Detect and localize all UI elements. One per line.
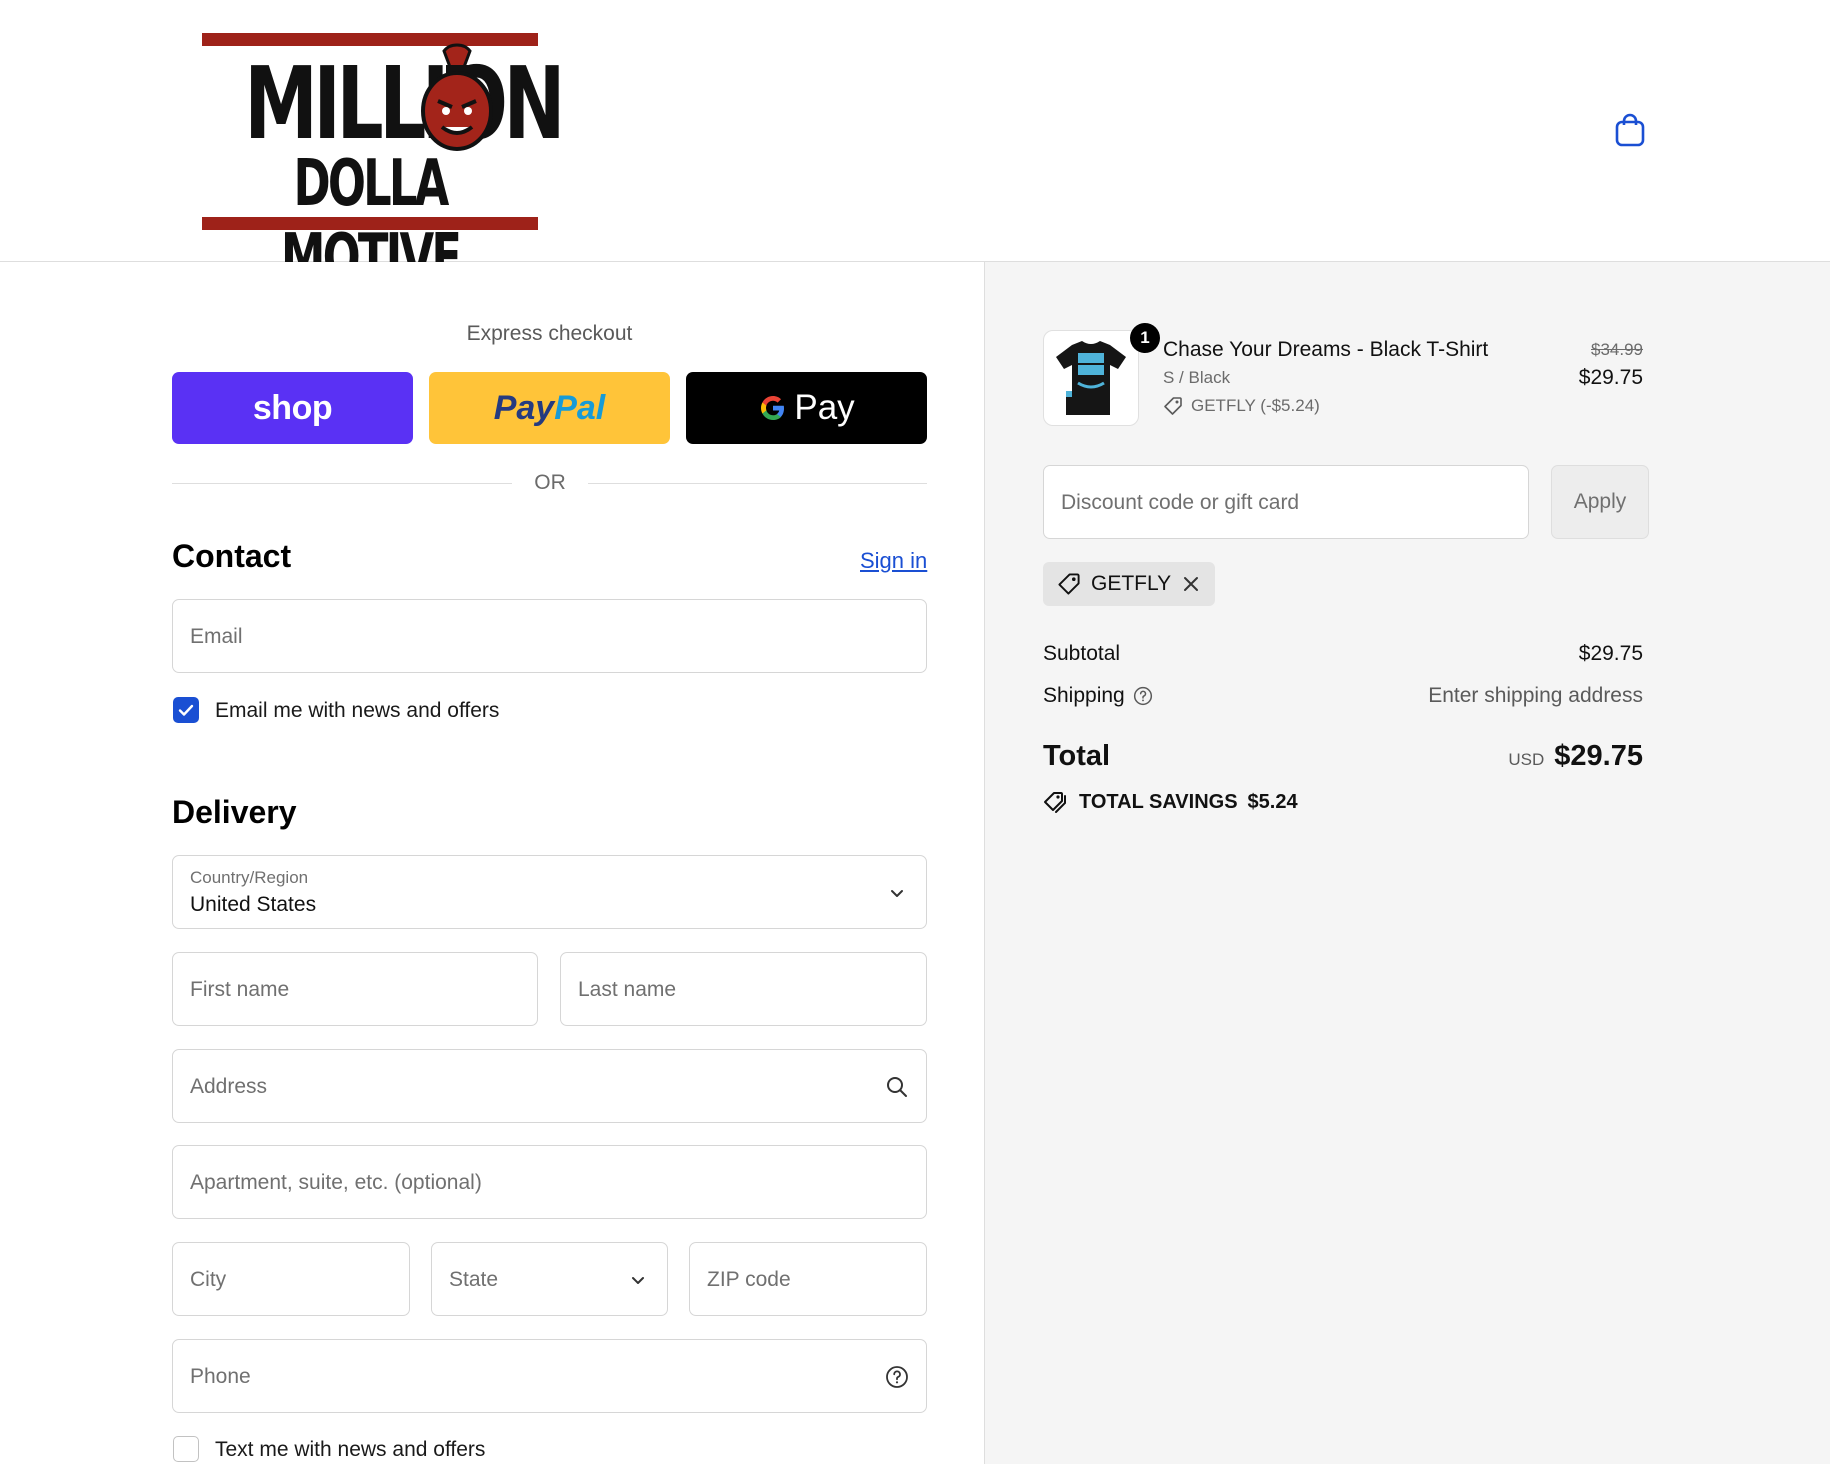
shopping-bag-icon[interactable] <box>1614 112 1646 148</box>
or-divider-left <box>172 483 512 484</box>
text-news-checkbox[interactable] <box>173 1436 199 1462</box>
checkmark-icon <box>178 704 194 716</box>
address-field[interactable]: Address <box>172 1049 927 1123</box>
tag-icon <box>1164 397 1182 415</box>
tshirt-image <box>1056 341 1126 415</box>
text-news-label: Text me with news and offers <box>215 1438 486 1461</box>
total-savings: TOTAL SAVINGS $5.24 <box>1043 790 1298 814</box>
first-name-field[interactable]: First name <box>172 952 538 1026</box>
contact-title: Contact <box>172 538 292 574</box>
apartment-field[interactable]: Apartment, suite, etc. (optional) <box>172 1145 927 1219</box>
header: MILLION DOLLA MOTIVE <box>0 0 1830 295</box>
tag-icon <box>1058 573 1080 595</box>
google-pay-label: Pay <box>758 388 855 428</box>
applied-discount-chip: GETFLY <box>1043 562 1216 606</box>
product-thumbnail <box>1043 330 1139 426</box>
apply-button[interactable]: Apply <box>1551 465 1649 539</box>
sale-price: $29.75 <box>1578 366 1643 389</box>
product-variant: S / Black <box>1163 368 1231 387</box>
state-select[interactable]: State <box>431 1242 668 1316</box>
chevron-down-icon <box>891 890 903 897</box>
total-label: Total <box>1043 740 1111 772</box>
checkout-form: Express checkout shop PayPal Pay OR Cont… <box>0 262 984 1464</box>
help-circle-icon[interactable] <box>1133 686 1153 706</box>
help-circle-icon[interactable] <box>885 1365 909 1389</box>
shipping-label: Shipping <box>1043 684 1125 707</box>
logo-bottom-bar <box>202 217 538 230</box>
paypal-label: PayPal <box>493 388 606 427</box>
search-icon <box>887 1077 907 1097</box>
chevron-down-icon <box>632 1277 644 1284</box>
address-placeholder: Address <box>190 1075 268 1098</box>
delivery-title: Delivery <box>172 794 297 830</box>
subtotal-value: $29.75 <box>1578 642 1643 665</box>
city-field[interactable]: City <box>172 1242 410 1316</box>
total-amount: USD $29.75 <box>1508 740 1643 773</box>
phone-field[interactable]: Phone <box>172 1339 927 1413</box>
tags-icon <box>1044 792 1066 813</box>
state-placeholder: State <box>449 1268 499 1291</box>
last-name-placeholder: Last name <box>578 978 677 1001</box>
discount-placeholder: Discount code or gift card <box>1061 491 1300 514</box>
city-placeholder: City <box>190 1268 227 1291</box>
currency-code: USD <box>1508 750 1545 769</box>
google-pay-button[interactable]: Pay <box>686 372 927 444</box>
shipping-value: Enter shipping address <box>1428 684 1643 707</box>
google-pay-text: Pay <box>794 388 855 427</box>
country-value: United States <box>190 893 317 916</box>
email-placeholder: Email <box>190 625 243 648</box>
shop-pay-label: shop <box>252 388 333 427</box>
or-divider-right <box>588 483 927 484</box>
email-news-label: Email me with news and offers <box>215 699 500 722</box>
express-checkout-title: Express checkout <box>466 322 633 345</box>
zip-field[interactable]: ZIP code <box>689 1242 927 1316</box>
subtotal-label: Subtotal <box>1043 642 1121 665</box>
country-select[interactable]: Country/Region United States <box>172 855 927 929</box>
product-discount: GETFLY (-$5.24) <box>1163 396 1320 416</box>
first-name-placeholder: First name <box>190 978 290 1001</box>
zip-placeholder: ZIP code <box>707 1268 791 1291</box>
email-field[interactable]: Email <box>172 599 927 673</box>
country-label: Country/Region <box>190 868 309 887</box>
savings-value: $5.24 <box>1247 790 1298 813</box>
close-icon <box>1184 577 1199 591</box>
shop-pay-button[interactable]: shop <box>172 372 413 444</box>
email-news-checkbox[interactable] <box>173 697 199 723</box>
google-g-icon <box>761 396 785 420</box>
or-label: OR <box>534 471 566 494</box>
applied-code-label: GETFLY <box>1091 572 1172 595</box>
original-price: $34.99 <box>1591 340 1643 359</box>
product-name: Chase Your Dreams - Black T-Shirt <box>1163 338 1489 361</box>
order-summary: Chase Your Dreams - Black T-Shirt S / Bl… <box>984 262 1830 1464</box>
savings-label: TOTAL SAVINGS <box>1079 790 1238 813</box>
sign-in-link[interactable]: Sign in <box>860 548 927 574</box>
phone-placeholder: Phone <box>190 1365 251 1388</box>
remove-discount-button[interactable] <box>1181 574 1201 594</box>
shipping-label-row: Shipping <box>1043 684 1153 708</box>
apartment-placeholder: Apartment, suite, etc. (optional) <box>190 1171 482 1194</box>
product-discount-text: GETFLY (-$5.24) <box>1191 396 1320 415</box>
total-value: $29.75 <box>1554 740 1643 772</box>
discount-code-input[interactable]: Discount code or gift card <box>1043 465 1529 539</box>
paypal-button[interactable]: PayPal <box>429 372 670 444</box>
brand-logo[interactable]: MILLION DOLLA MOTIVE <box>200 33 565 295</box>
last-name-field[interactable]: Last name <box>560 952 927 1026</box>
money-bag-icon <box>421 43 493 151</box>
quantity-badge: 1 <box>1130 323 1160 353</box>
